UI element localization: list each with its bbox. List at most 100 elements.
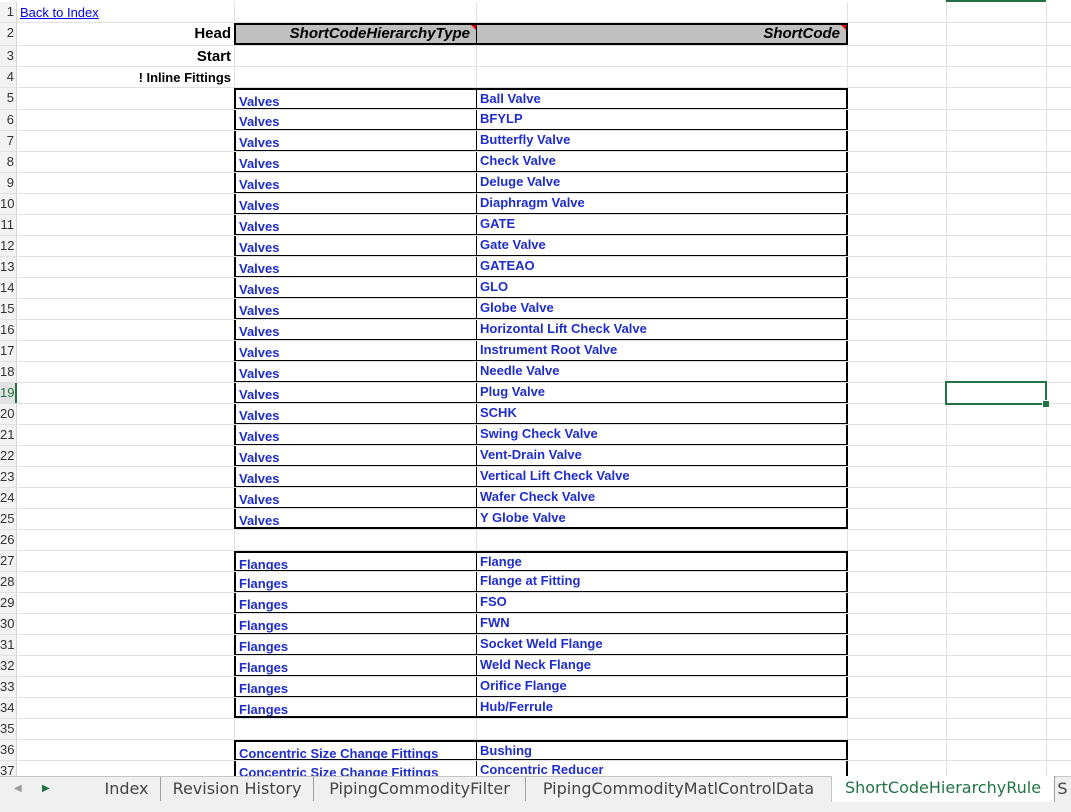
cell-hierarchy-type[interactable]: Concentric Size Change Fittings (234, 761, 476, 776)
row-header[interactable]: 37 (0, 761, 17, 776)
sheet-row[interactable]: 2 Head ShortCodeHierarchyType ShortCode (0, 23, 1071, 46)
tab-piping-commodity-matl-control-data[interactable]: PipingCommodityMatlControlData (526, 777, 832, 801)
row-header[interactable]: 23 (0, 467, 17, 487)
row-header[interactable]: 18 (0, 362, 17, 382)
cell-short-code[interactable]: Wafer Check Valve (476, 488, 848, 508)
sheet-row[interactable]: 3 Start (0, 46, 1071, 67)
sheet-row[interactable]: 21 Valves Swing Check Valve (0, 425, 1071, 446)
sheet-row[interactable]: 8 Valves Check Valve (0, 152, 1071, 173)
cell-hierarchy-type[interactable]: Valves (234, 488, 476, 508)
row-header[interactable]: 12 (0, 236, 17, 256)
cell-hierarchy-type[interactable]: Flanges (234, 614, 476, 634)
sheet-row[interactable]: 31 Flanges Socket Weld Flange (0, 635, 1071, 656)
cell-short-code[interactable]: GATE (476, 215, 848, 235)
sheet-row[interactable]: 24 Valves Wafer Check Valve (0, 488, 1071, 509)
sheet-row[interactable]: 35 (0, 719, 1071, 740)
row-header[interactable]: 33 (0, 677, 17, 697)
cell-short-code[interactable]: Globe Valve (476, 299, 848, 319)
sheet-row[interactable]: 10 Valves Diaphragm Valve (0, 194, 1071, 215)
sheet-row[interactable]: 1 Back to Index (0, 2, 1071, 23)
cell-short-code[interactable]: Gate Valve (476, 236, 848, 256)
cell-hierarchy-type[interactable]: Valves (234, 194, 476, 214)
row-header[interactable]: 26 (0, 530, 17, 550)
sheet-row[interactable]: 28 Flanges Flange at Fitting (0, 572, 1071, 593)
cell-hierarchy-type[interactable]: Valves (234, 467, 476, 487)
selected-cell[interactable] (945, 381, 1047, 405)
cell-hierarchy-type[interactable]: Valves (234, 362, 476, 382)
cell-short-code[interactable]: BFYLP (476, 110, 848, 130)
tab-scroll-right-icon[interactable]: ▶ (42, 783, 50, 794)
cell-hierarchy-type[interactable]: Valves (234, 173, 476, 193)
sheet-row[interactable]: 16 Valves Horizontal Lift Check Valve (0, 320, 1071, 341)
cell-hierarchy-type[interactable]: Valves (234, 446, 476, 466)
cell-short-code[interactable]: Concentric Reducer (476, 761, 848, 776)
cell-hierarchy-type[interactable]: Valves (234, 320, 476, 340)
row-header[interactable]: 19 (0, 383, 17, 403)
cell-short-code[interactable]: Ball Valve (476, 88, 848, 109)
cell-short-code[interactable]: FSO (476, 593, 848, 613)
cell-short-code[interactable]: Hub/Ferrule (476, 698, 848, 718)
cell-short-code[interactable]: GLO (476, 278, 848, 298)
cell-hierarchy-type[interactable]: Flanges (234, 656, 476, 676)
cell-hierarchy-type[interactable]: Flanges (234, 572, 476, 592)
row-header[interactable]: 8 (0, 152, 17, 172)
sheet-row[interactable]: 13 Valves GATEAO (0, 257, 1071, 278)
cell-short-code[interactable]: Flange at Fitting (476, 572, 848, 592)
sheet-row[interactable]: 29 Flanges FSO (0, 593, 1071, 614)
cell-short-code[interactable]: Horizontal Lift Check Valve (476, 320, 848, 340)
cell-hierarchy-type[interactable]: Valves (234, 131, 476, 151)
cell-short-code[interactable]: Vertical Lift Check Valve (476, 467, 848, 487)
cell-hierarchy-type[interactable]: Concentric Size Change Fittings (234, 740, 476, 760)
cell-hierarchy-type[interactable]: Valves (234, 341, 476, 361)
row-header[interactable]: 7 (0, 131, 17, 151)
row-header[interactable]: 16 (0, 320, 17, 340)
sheet-row[interactable]: 34 Flanges Hub/Ferrule (0, 698, 1071, 719)
cell-hierarchy-type[interactable]: Flanges (234, 635, 476, 655)
cell-short-code[interactable]: SCHK (476, 404, 848, 424)
sheet-row[interactable]: 22 Valves Vent-Drain Valve (0, 446, 1071, 467)
row-header[interactable]: 32 (0, 656, 17, 676)
tab-overflow[interactable]: S (1054, 777, 1071, 801)
sheet-row[interactable]: 33 Flanges Orifice Flange (0, 677, 1071, 698)
tab-short-code-hierarchy-rule[interactable]: ShortCodeHierarchyRule (831, 776, 1055, 805)
cell-hierarchy-type[interactable]: Flanges (234, 551, 476, 571)
sheet-row[interactable]: 7 Valves Butterfly Valve (0, 131, 1071, 152)
sheet-row[interactable]: 20 Valves SCHK (0, 404, 1071, 425)
row-header[interactable]: 35 (0, 719, 17, 739)
fill-handle[interactable] (1042, 400, 1050, 408)
sheet-row[interactable]: 37 Concentric Size Change Fittings Concent… (0, 761, 1071, 776)
row-header[interactable]: 27 (0, 551, 17, 571)
sheet-row[interactable]: 30 Flanges FWN (0, 614, 1071, 635)
cell-hierarchy-type[interactable]: Flanges (234, 698, 476, 718)
cell-short-code[interactable]: Check Valve (476, 152, 848, 172)
cell-short-code[interactable]: Flange (476, 551, 848, 571)
cell-hierarchy-type[interactable]: Valves (234, 278, 476, 298)
header-short-code-hierarchy-type[interactable]: ShortCodeHierarchyType (234, 23, 476, 45)
cell-short-code[interactable]: Deluge Valve (476, 173, 848, 193)
row-header[interactable]: 14 (0, 278, 17, 298)
cell-hierarchy-type[interactable]: Valves (234, 215, 476, 235)
cell-short-code[interactable]: Bushing (476, 740, 848, 760)
row-header[interactable]: 30 (0, 614, 17, 634)
row-header[interactable]: 28 (0, 572, 17, 592)
row-header[interactable]: 10 (0, 194, 17, 214)
row-header[interactable]: 29 (0, 593, 17, 613)
row-header[interactable]: 24 (0, 488, 17, 508)
cell-short-code[interactable]: FWN (476, 614, 848, 634)
cell-hierarchy-type[interactable]: Valves (234, 257, 476, 277)
row-header[interactable]: 21 (0, 425, 17, 445)
row-header[interactable]: 2 (0, 23, 17, 45)
row-header[interactable]: 4 (0, 67, 17, 87)
row-header[interactable]: 5 (0, 88, 17, 109)
cell-short-code[interactable]: Swing Check Valve (476, 425, 848, 445)
cell-short-code[interactable]: Vent-Drain Valve (476, 446, 848, 466)
cell-short-code[interactable]: Butterfly Valve (476, 131, 848, 151)
tab-index[interactable]: Index (93, 777, 161, 801)
cell-hierarchy-type[interactable]: Valves (234, 404, 476, 424)
sheet-row[interactable]: 26 (0, 530, 1071, 551)
cell-short-code[interactable]: Plug Valve (476, 383, 848, 403)
row-header[interactable]: 20 (0, 404, 17, 424)
cell-hierarchy-type[interactable]: Valves (234, 425, 476, 445)
header-short-code[interactable]: ShortCode (476, 23, 848, 45)
tab-revision-history[interactable]: Revision History (161, 777, 314, 801)
